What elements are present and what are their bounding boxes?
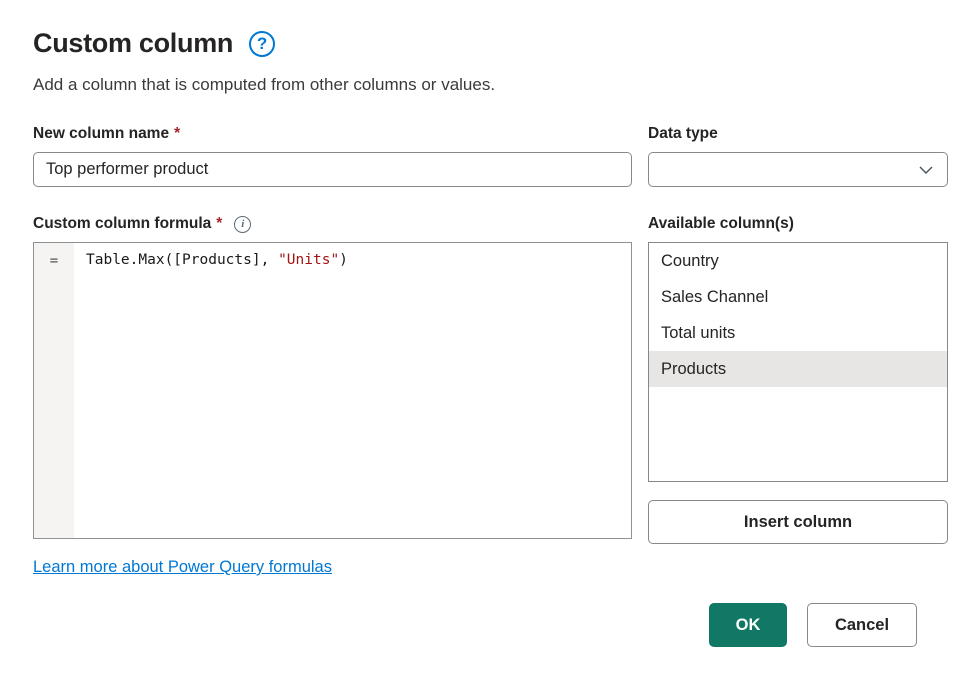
formula-label: Custom column formula * i (33, 215, 632, 233)
formula-code[interactable]: Table.Max([Products], "Units") (74, 243, 631, 538)
available-columns-list: Country Sales Channel Total units Produc… (648, 242, 948, 482)
available-columns-label: Available column(s) (648, 215, 948, 233)
list-item[interactable]: Products (649, 351, 947, 387)
required-asterisk: * (174, 125, 180, 143)
formula-editor[interactable]: = Table.Max([Products], "Units") (33, 242, 632, 539)
list-item[interactable]: Country (649, 243, 947, 279)
chevron-down-icon (919, 163, 933, 177)
new-column-name-input[interactable] (33, 152, 632, 187)
list-item[interactable]: Total units (649, 315, 947, 351)
data-type-label: Data type (648, 125, 948, 143)
dialog-footer: OK Cancel (33, 603, 917, 647)
required-asterisk: * (216, 215, 222, 233)
insert-column-button[interactable]: Insert column (648, 500, 948, 544)
formula-equals-gutter: = (34, 243, 74, 538)
ok-button[interactable]: OK (709, 603, 787, 647)
data-type-dropdown[interactable] (648, 152, 948, 187)
info-icon[interactable]: i (234, 216, 251, 233)
cancel-button[interactable]: Cancel (807, 603, 917, 647)
code-text: ) (339, 252, 348, 268)
new-column-name-label: New column name * (33, 125, 632, 143)
learn-more-link[interactable]: Learn more about Power Query formulas (33, 558, 332, 577)
page-title: Custom column (33, 28, 233, 59)
custom-column-dialog: Custom column ? Add a column that is com… (33, 0, 948, 577)
dialog-header: Custom column ? (33, 28, 948, 59)
code-string-literal: "Units" (278, 252, 339, 268)
code-text: Table.Max([Products], (86, 252, 278, 268)
help-icon[interactable]: ? (249, 31, 275, 57)
list-item[interactable]: Sales Channel (649, 279, 947, 315)
dialog-subtitle: Add a column that is computed from other… (33, 75, 948, 95)
